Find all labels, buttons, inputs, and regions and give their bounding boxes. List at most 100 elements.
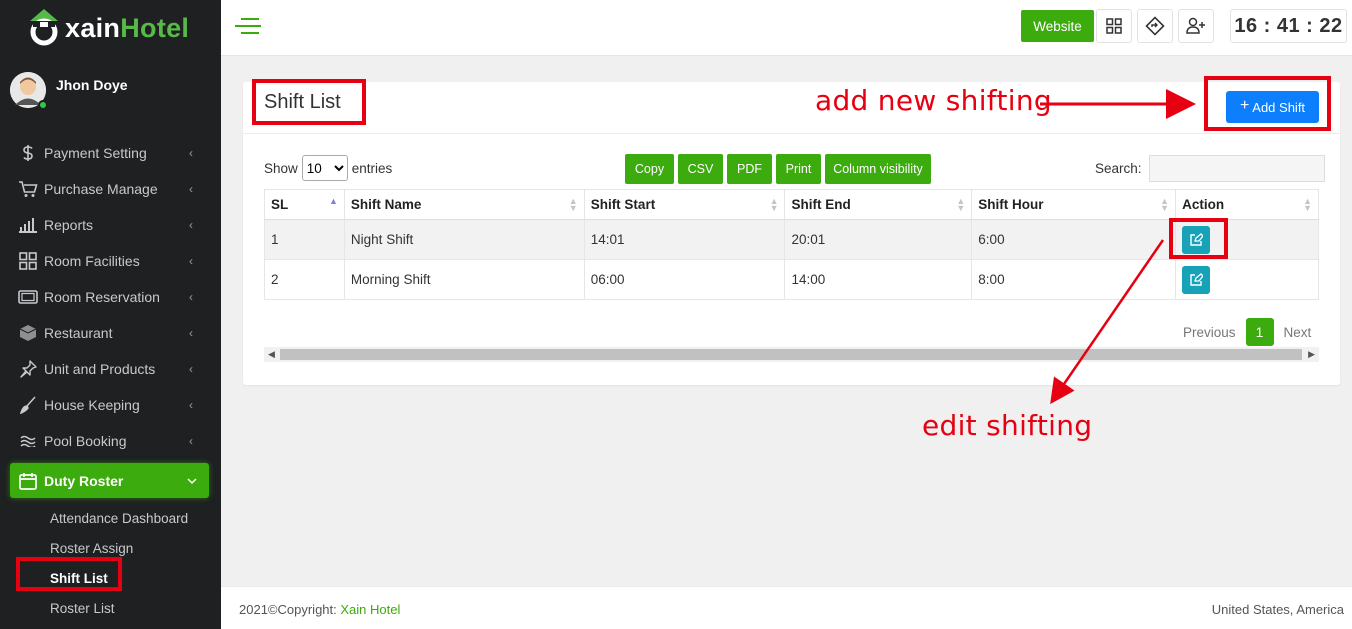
sidebar-item-room-reservation[interactable]: Room Reservation ‹ bbox=[0, 279, 221, 315]
bar-chart-icon bbox=[18, 215, 38, 235]
user-name: Jhon Doye bbox=[56, 77, 128, 93]
footer-location: United States, America bbox=[1211, 602, 1344, 617]
column-header-sl[interactable]: SL ▲ bbox=[264, 189, 345, 220]
cube-icon bbox=[18, 323, 38, 343]
entries-length-control: Show 10 entries bbox=[264, 155, 392, 181]
sort-asc-icon: ▲ bbox=[329, 196, 338, 206]
sidebar-item-label: Restaurant bbox=[44, 325, 113, 341]
menu-toggle-icon[interactable] bbox=[235, 18, 261, 36]
topbar: Website 16 : 41 : 22 bbox=[221, 0, 1352, 56]
directions-icon[interactable] bbox=[1137, 9, 1173, 43]
sort-icon: ▲ ▼ bbox=[956, 196, 966, 213]
previous-page-button[interactable]: Previous bbox=[1183, 325, 1236, 340]
chevron-left-icon: ‹ bbox=[189, 146, 193, 160]
annotation-box-edit bbox=[1169, 218, 1228, 259]
table-row: 1 Night Shift 14:01 20:01 6:00 bbox=[264, 219, 1319, 260]
submenu-item-attendance-dashboard[interactable]: Attendance Dashboard bbox=[0, 504, 221, 534]
grid-icon bbox=[18, 251, 38, 271]
search-input[interactable] bbox=[1148, 155, 1325, 182]
chevron-left-icon: ‹ bbox=[189, 290, 193, 304]
cell-shift-end: 20:01 bbox=[784, 219, 973, 260]
annotation-add-note: add new shifting bbox=[815, 84, 1052, 117]
footer-brand-link[interactable]: Xain Hotel bbox=[340, 602, 400, 617]
search-label: Search: bbox=[1095, 161, 1142, 176]
table-search: Search: bbox=[1095, 155, 1325, 182]
pdf-button[interactable]: PDF bbox=[727, 154, 772, 184]
edit-shift-button[interactable] bbox=[1182, 265, 1211, 294]
sidebar-item-room-facilities[interactable]: Room Facilities ‹ bbox=[0, 243, 221, 279]
print-button[interactable]: Print bbox=[776, 154, 821, 184]
sidebar: xainHotel Jhon Doye Payment Setting ‹ Pu… bbox=[0, 0, 221, 629]
sidebar-item-label: Unit and Products bbox=[44, 361, 156, 377]
chevron-left-icon: ‹ bbox=[189, 434, 193, 448]
cell-sl: 2 bbox=[264, 259, 345, 300]
sort-icon: ▲ ▼ bbox=[568, 196, 578, 213]
logo-mark-icon bbox=[24, 8, 64, 48]
column-header-shift-hour[interactable]: Shift Hour ▲ ▼ bbox=[971, 189, 1177, 220]
sidebar-menu: Payment Setting ‹ Purchase Manage ‹ Repo… bbox=[0, 135, 221, 624]
sidebar-item-restaurant[interactable]: Restaurant ‹ bbox=[0, 315, 221, 351]
logo-text: xainHotel bbox=[65, 13, 189, 44]
column-header-shift-start[interactable]: Shift Start ▲ ▼ bbox=[583, 189, 786, 220]
edit-icon bbox=[1190, 272, 1204, 286]
logo[interactable]: xainHotel bbox=[24, 6, 189, 50]
sidebar-item-reports[interactable]: Reports ‹ bbox=[0, 207, 221, 243]
sidebar-item-pool-booking[interactable]: Pool Booking ‹ bbox=[0, 423, 221, 459]
footer: 2021©Copyright: Xain Hotel United States… bbox=[221, 586, 1352, 629]
sort-icon: ▲ ▼ bbox=[769, 196, 779, 213]
submenu-item-roster-list[interactable]: Roster List bbox=[0, 594, 221, 624]
sidebar-item-label: Room Facilities bbox=[44, 253, 140, 269]
annotation-box-add-shift bbox=[1204, 76, 1331, 131]
next-page-button[interactable]: Next bbox=[1284, 325, 1312, 340]
scrollbar-thumb[interactable] bbox=[280, 349, 1302, 360]
cell-shift-end: 14:00 bbox=[784, 259, 973, 300]
column-header-shift-name[interactable]: Shift Name ▲ ▼ bbox=[343, 189, 585, 220]
sidebar-item-house-keeping[interactable]: House Keeping ‹ bbox=[0, 387, 221, 423]
shift-table: SL ▲ Shift Name ▲ ▼ Shift Start ▲ ▼ Shift End… bbox=[264, 189, 1319, 300]
table-header-row: SL ▲ Shift Name ▲ ▼ Shift Start ▲ ▼ Shift End… bbox=[264, 189, 1319, 220]
csv-button[interactable]: CSV bbox=[678, 154, 723, 184]
scroll-left-icon[interactable]: ◀ bbox=[268, 347, 275, 362]
sidebar-item-payment-setting[interactable]: Payment Setting ‹ bbox=[0, 135, 221, 171]
apps-grid-icon[interactable] bbox=[1096, 9, 1132, 43]
dollar-icon bbox=[18, 143, 38, 163]
sidebar-item-label: House Keeping bbox=[44, 397, 140, 413]
sidebar-item-label: Room Reservation bbox=[44, 289, 160, 305]
column-header-shift-end[interactable]: Shift End ▲ ▼ bbox=[784, 189, 973, 220]
horizontal-scrollbar[interactable]: ◀ ▶ bbox=[264, 347, 1319, 362]
sidebar-item-label: Purchase Manage bbox=[44, 181, 158, 197]
chevron-left-icon: ‹ bbox=[189, 398, 193, 412]
column-header-action[interactable]: Action ▲ ▼ bbox=[1175, 189, 1319, 220]
chevron-left-icon: ‹ bbox=[189, 326, 193, 340]
cell-shift-start: 06:00 bbox=[583, 259, 786, 300]
calendar-icon bbox=[18, 471, 38, 491]
avatar bbox=[10, 72, 48, 110]
website-button[interactable]: Website bbox=[1021, 10, 1094, 42]
broom-icon bbox=[18, 395, 38, 415]
user-profile[interactable]: Jhon Doye bbox=[10, 72, 128, 110]
logo-prefix: xain bbox=[65, 12, 121, 43]
cell-sl: 1 bbox=[264, 219, 345, 260]
chevron-left-icon: ‹ bbox=[189, 182, 193, 196]
page-button-current[interactable]: 1 bbox=[1245, 318, 1274, 346]
copy-button[interactable]: Copy bbox=[625, 154, 674, 184]
sidebar-item-label: Reports bbox=[44, 217, 94, 233]
card-header: Shift List + Add Shift bbox=[243, 82, 1340, 134]
online-status-dot bbox=[38, 100, 48, 110]
column-visibility-button[interactable]: Column visibility bbox=[825, 154, 931, 184]
clock: 16 : 41 : 22 bbox=[1230, 9, 1347, 43]
sidebar-item-label: Payment Setting bbox=[44, 145, 147, 161]
sidebar-item-duty-roster[interactable]: Duty Roster bbox=[10, 463, 209, 498]
copyright: 2021©Copyright: Xain Hotel bbox=[239, 602, 401, 617]
scroll-right-icon[interactable]: ▶ bbox=[1308, 347, 1315, 362]
entries-select[interactable]: 10 bbox=[301, 155, 348, 181]
cell-shift-name: Night Shift bbox=[343, 219, 585, 260]
add-user-icon[interactable] bbox=[1178, 9, 1214, 43]
sidebar-item-purchase-manage[interactable]: Purchase Manage ‹ bbox=[0, 171, 221, 207]
chevron-down-icon bbox=[187, 474, 197, 488]
sidebar-item-label: Pool Booking bbox=[44, 433, 127, 449]
sidebar-item-unit-and-products[interactable]: Unit and Products ‹ bbox=[0, 351, 221, 387]
sort-icon: ▲ ▼ bbox=[1160, 196, 1170, 213]
annotation-box-shift-list-menu bbox=[16, 557, 122, 591]
entries-label: entries bbox=[351, 160, 393, 176]
